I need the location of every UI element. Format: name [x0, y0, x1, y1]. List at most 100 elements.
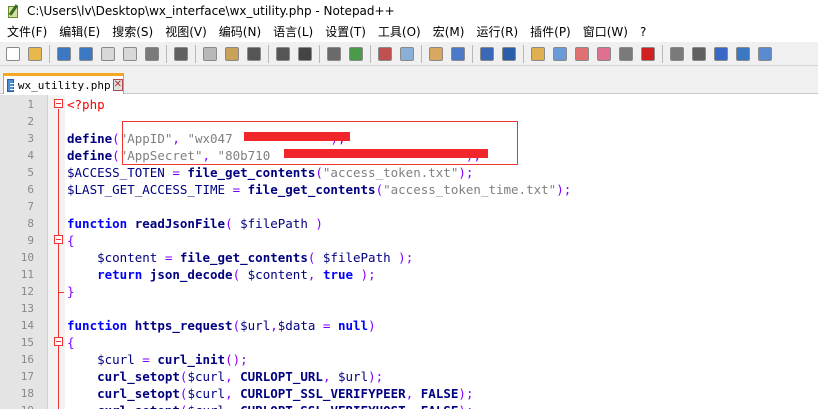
zoom-out-button[interactable] — [375, 44, 395, 64]
menu-item-9[interactable]: 运行(R) — [469, 22, 523, 42]
close-button[interactable] — [98, 44, 118, 64]
code-token: $content — [247, 267, 308, 282]
code-token: , — [307, 267, 323, 282]
code-line[interactable]: 10 $content = file_get_contents( $filePa… — [0, 249, 818, 266]
toolbar-separator — [319, 44, 320, 63]
code-token: $curl — [97, 352, 135, 367]
sync-horizontal-button[interactable] — [426, 44, 446, 64]
word-wrap-button[interactable] — [448, 44, 468, 64]
replace-button[interactable] — [324, 44, 344, 64]
code-token: json_decode — [149, 267, 233, 282]
undo-button[interactable] — [244, 44, 264, 64]
open-file-button[interactable] — [25, 44, 45, 64]
fold-toggle-icon[interactable] — [54, 337, 63, 346]
code-line[interactable]: 1 <?php — [0, 96, 818, 113]
code-line[interactable]: 6 $LAST_GET_ACCESS_TIME = file_get_conten… — [0, 181, 818, 198]
menu-item-2[interactable]: 搜索(S) — [105, 22, 158, 42]
fold-toggle-icon[interactable] — [54, 235, 63, 244]
code-line[interactable]: 19 curl_setopt($curl, CURLOPT_SSL_VERIFY… — [0, 402, 818, 409]
menu-item-12[interactable]: ? — [633, 22, 651, 42]
code-token: FALSE — [421, 403, 459, 409]
menu-item-7[interactable]: 工具(O) — [371, 22, 426, 42]
code-line[interactable]: 13 — [0, 300, 818, 317]
print-button[interactable] — [142, 44, 162, 64]
code-token: curl_setopt — [97, 369, 180, 384]
save-icon — [57, 46, 71, 61]
line-number: 7 — [27, 200, 34, 213]
new-file-icon — [6, 46, 20, 61]
menu-item-4[interactable]: 编码(N) — [212, 22, 266, 42]
editor[interactable]: 1<?php23define("AppID", "wx047 ");4defin… — [0, 95, 818, 409]
line-number: 4 — [27, 149, 34, 162]
code-token: ) — [556, 182, 564, 197]
monitoring-button[interactable] — [616, 44, 636, 64]
code-token: CURLOPT_SSL_VERIFYHOST — [240, 403, 406, 409]
sync-vertical-button[interactable] — [397, 44, 417, 64]
menu-item-0[interactable]: 文件(F) — [0, 22, 52, 42]
save-macro-button[interactable] — [733, 44, 753, 64]
fold-guide — [58, 109, 59, 409]
menu-item-5[interactable]: 语言(L) — [266, 22, 318, 42]
record-macro-button[interactable] — [638, 44, 658, 64]
cut-button[interactable] — [171, 44, 191, 64]
code-line[interactable]: 11 return json_decode( $content, true ); — [0, 266, 818, 283]
menu-item-10[interactable]: 插件(P) — [523, 22, 576, 42]
tab-wx-utility[interactable]: wx_utility.php ✕ — [3, 73, 124, 94]
title-bar: C:\Users\lv\Desktop\wx_interface\wx_util… — [0, 0, 818, 22]
code-line[interactable]: 17 curl_setopt($curl, CURLOPT_URL, $url)… — [0, 368, 818, 385]
menu-item-11[interactable]: 窗口(W) — [576, 22, 633, 42]
function-list-button[interactable] — [572, 44, 592, 64]
menu-item-8[interactable]: 宏(M) — [426, 22, 470, 42]
copy-button[interactable] — [200, 44, 220, 64]
code-line[interactable]: 8 function readJsonFile( $filePath ) — [0, 215, 818, 232]
code-line[interactable]: 16 $curl = curl_init(); — [0, 351, 818, 368]
code-token: ( — [315, 165, 323, 180]
toolbar-separator — [523, 44, 524, 63]
code-text: $content = file_get_contents( $filePath … — [67, 249, 413, 266]
paste-button[interactable] — [222, 44, 242, 64]
code-line[interactable]: 5 $ACCESS_TOTEN = file_get_contents("acce… — [0, 164, 818, 181]
more-button[interactable] — [755, 44, 775, 64]
code-line[interactable]: 7 — [0, 198, 818, 215]
find-icon — [298, 46, 312, 61]
code-token: <?php — [67, 97, 105, 112]
code-line[interactable]: 18 curl_setopt($curl, CURLOPT_SSL_VERIFY… — [0, 385, 818, 402]
save-all-button[interactable] — [76, 44, 96, 64]
close-all-button[interactable] — [120, 44, 140, 64]
code-line[interactable]: 14 function https_request($url,$data = nu… — [0, 317, 818, 334]
code-line[interactable]: 12} — [0, 283, 818, 300]
doc-map-button[interactable] — [550, 44, 570, 64]
save-button[interactable] — [54, 44, 74, 64]
code-token: "access_token_time.txt" — [383, 182, 557, 197]
code-token: $url — [240, 318, 271, 333]
code-token: ; — [465, 165, 474, 180]
find-button[interactable] — [295, 44, 315, 64]
code-line[interactable]: 9{ — [0, 232, 818, 249]
code-token: $LAST_GET_ACCESS_TIME — [67, 182, 226, 197]
redaction-frame — [122, 121, 518, 165]
stop-record-button[interactable] — [667, 44, 687, 64]
menu-item-6[interactable]: 设置(T) — [318, 22, 371, 42]
code-token: $url — [338, 369, 369, 384]
user-language-button[interactable] — [528, 44, 548, 64]
code-token: , — [270, 318, 278, 333]
redo-button[interactable] — [273, 44, 293, 64]
indent-guide-button[interactable] — [499, 44, 519, 64]
show-all-chars-button[interactable] — [477, 44, 497, 64]
play-macro-button[interactable] — [689, 44, 709, 64]
code-line[interactable]: 15 { — [0, 334, 818, 351]
menu-item-1[interactable]: 编辑(E) — [52, 22, 105, 42]
tab-close-icon[interactable]: ✕ — [112, 79, 123, 91]
code-token: define — [67, 131, 113, 146]
line-number: 17 — [20, 370, 34, 383]
menu-item-3[interactable]: 视图(V) — [158, 22, 212, 42]
folder-workspace-button[interactable] — [594, 44, 614, 64]
new-file-button[interactable] — [3, 44, 23, 64]
run-macro-multiple-button[interactable] — [711, 44, 731, 64]
line-number: 16 — [20, 353, 34, 366]
fold-toggle-icon[interactable] — [54, 99, 63, 108]
zoom-in-button[interactable] — [346, 44, 366, 64]
